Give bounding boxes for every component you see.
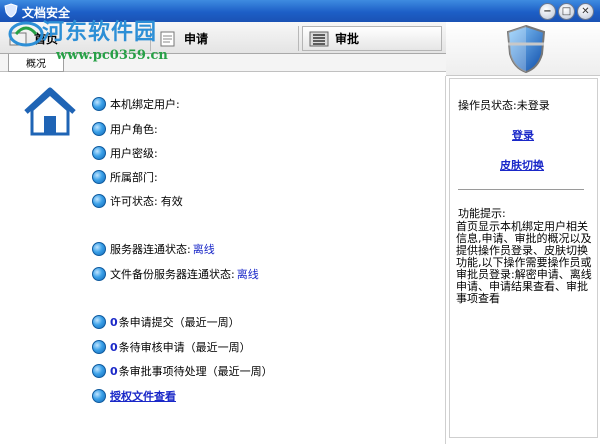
- info-department: 所属部门:: [92, 169, 158, 185]
- approval-pending[interactable]: 0 条审批事项待处理（最近一周）: [92, 363, 273, 379]
- function-tip-text: 首页显示本机绑定用户相关信息,申请、审批的概况以及提供操作员登录、皮肤切换功能,…: [456, 220, 592, 305]
- auth-file-view[interactable]: 授权文件查看: [92, 388, 176, 404]
- bullet-icon: [92, 364, 106, 378]
- request-pending-review[interactable]: 0 条待审核申请（最近一周）: [92, 339, 251, 355]
- request-count[interactable]: 0: [110, 365, 118, 378]
- request-submitted[interactable]: 0 条申请提交（最近一周）: [92, 314, 240, 330]
- request-text: 条申请提交（最近一周）: [118, 316, 240, 329]
- info-label: 用户密级:: [110, 147, 158, 160]
- home-icon: [24, 87, 76, 136]
- right-info-panel: 操作员状态:未登录 登录 皮肤切换 功能提示: 首页显示本机绑定用户相关信息,申…: [449, 78, 598, 438]
- bullet-icon: [92, 267, 106, 281]
- auth-file-view-link[interactable]: 授权文件查看: [110, 388, 176, 404]
- tab-apply-label: 申请: [184, 32, 209, 46]
- watermark-logo: [8, 21, 44, 47]
- bullet-icon: [92, 122, 106, 136]
- tab-divider: [298, 26, 299, 51]
- maximize-button[interactable]: □: [558, 3, 575, 20]
- backup-server-label: 文件备份服务器连通状态:: [110, 268, 235, 281]
- list-icon: [309, 31, 329, 46]
- login-link[interactable]: 登录: [512, 127, 534, 143]
- request-text: 条审批事项待处理（最近一周）: [118, 365, 273, 378]
- info-label: 所属部门:: [110, 171, 158, 184]
- tab-approve-label: 审批: [335, 32, 360, 46]
- info-label: 用户角色:: [110, 123, 158, 136]
- info-user-security-level: 用户密级:: [92, 145, 158, 161]
- backup-server-status: 文件备份服务器连通状态: 离线: [92, 266, 259, 282]
- server-status-value: 离线: [192, 243, 215, 256]
- info-license-status: 许可状态: 有效: [92, 193, 183, 209]
- bullet-icon: [92, 340, 106, 354]
- server-status: 服务器连通状态: 离线: [92, 241, 215, 257]
- request-count[interactable]: 0: [110, 316, 118, 329]
- shield-logo-icon: [506, 24, 546, 74]
- close-button[interactable]: ✕: [577, 3, 594, 20]
- skin-switch-link[interactable]: 皮肤切换: [500, 157, 544, 173]
- main-panel: 本机绑定用户: 用户角色: 用户密级: 所属部门: 许可状态: 有效 服务器连通…: [0, 76, 446, 444]
- license-value: 有效: [160, 195, 183, 208]
- request-count[interactable]: 0: [110, 341, 118, 354]
- info-bound-user: 本机绑定用户:: [92, 96, 180, 112]
- bullet-icon: [92, 242, 106, 256]
- server-label: 服务器连通状态:: [110, 243, 191, 256]
- tab-approve[interactable]: 审批: [302, 26, 442, 51]
- bullet-icon: [92, 389, 106, 403]
- backup-server-status-value: 离线: [236, 268, 259, 281]
- bullet-icon: [92, 194, 106, 208]
- app-shield-icon: [4, 3, 18, 18]
- info-label: 本机绑定用户:: [110, 98, 180, 111]
- watermark-text: 河东软件园: [42, 19, 158, 45]
- document-icon: [160, 31, 175, 46]
- bullet-icon: [92, 146, 106, 160]
- function-tip-title: 功能提示:: [458, 207, 506, 220]
- brand-header: [446, 22, 600, 76]
- bullet-icon: [92, 170, 106, 184]
- request-text: 条待审核申请（最近一周）: [118, 341, 251, 354]
- bullet-icon: [92, 315, 106, 329]
- divider: [458, 189, 584, 190]
- bullet-icon: [92, 97, 106, 111]
- operator-status: 操作员状态:未登录: [458, 99, 550, 112]
- info-label: 许可状态:: [110, 195, 158, 208]
- watermark-url: www.pc0359.cn: [56, 48, 168, 63]
- info-user-role: 用户角色:: [92, 121, 158, 137]
- minimize-button[interactable]: −: [539, 3, 556, 20]
